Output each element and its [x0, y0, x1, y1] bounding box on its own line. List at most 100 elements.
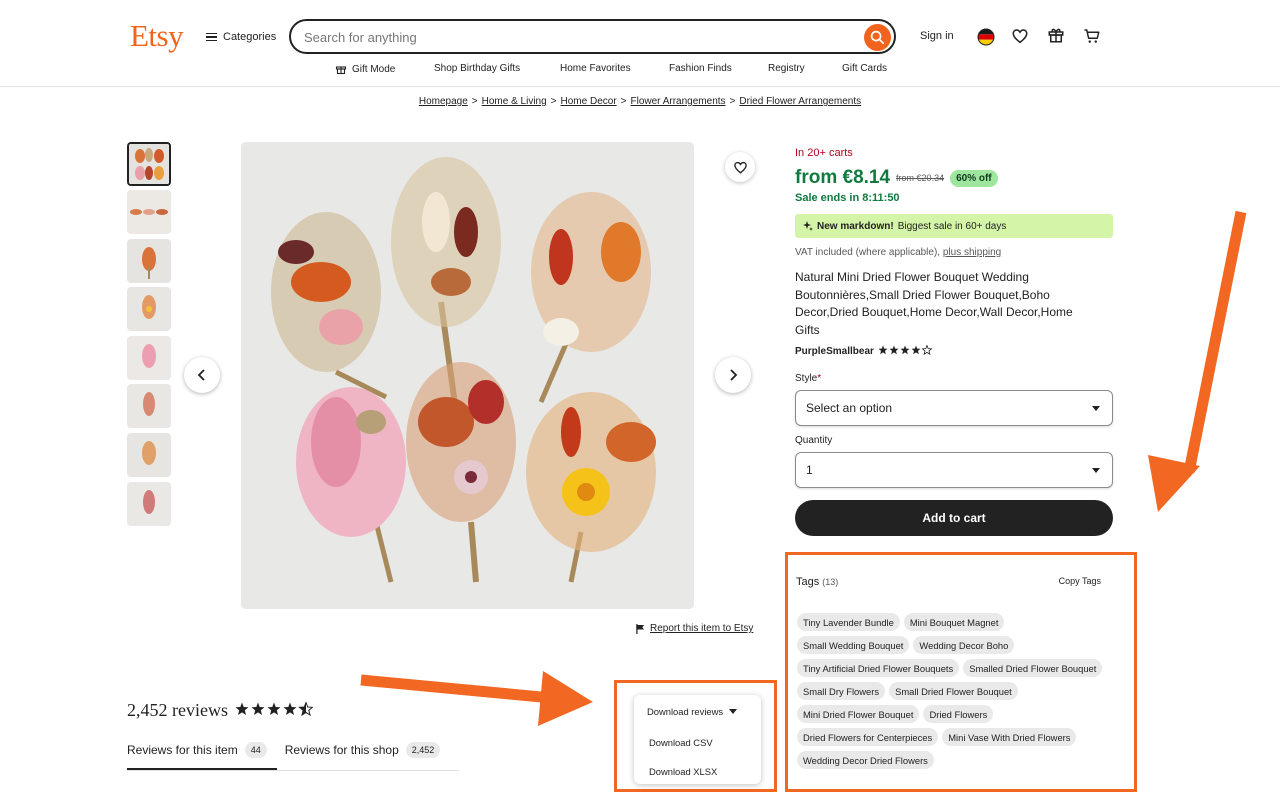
price: from €8.14: [795, 167, 891, 188]
arrow-to-tags-panel: [1148, 210, 1247, 512]
tags-count: (13): [822, 577, 839, 587]
menu-icon: [206, 32, 217, 42]
tag-chip[interactable]: Wedding Decor Boho: [913, 636, 1015, 654]
search-input[interactable]: [304, 28, 844, 46]
shipping-link[interactable]: plus shipping: [943, 247, 1001, 258]
report-item-link[interactable]: Report this item to Etsy: [636, 623, 753, 634]
thumbnail[interactable]: [127, 287, 171, 331]
breadcrumb-separator: >: [620, 96, 627, 107]
tag-chip[interactable]: Small Dried Flower Bouquet: [889, 682, 1018, 700]
style-select[interactable]: Select an option: [795, 390, 1113, 426]
tag-chip[interactable]: Wedding Decor Dried Flowers: [797, 751, 934, 769]
tag-chip[interactable]: Smalled Dried Flower Bouquet: [963, 659, 1103, 677]
search-bar: [289, 19, 896, 54]
download-xlsx-option[interactable]: Download XLSX: [649, 766, 717, 777]
subnav-fashion-finds[interactable]: Fashion Finds: [669, 63, 732, 74]
sign-in-link[interactable]: Sign in: [920, 30, 954, 42]
download-reviews-label: Download reviews: [647, 706, 724, 717]
copy-tags-button[interactable]: Copy Tags: [1059, 576, 1101, 586]
tag-chip[interactable]: Small Wedding Bouquet: [797, 636, 910, 654]
tag-list: Tiny Lavender Bundle Mini Bouquet Magnet…: [797, 613, 1115, 769]
tag-chip[interactable]: Tiny Lavender Bundle: [797, 613, 900, 631]
sparkle-icon: [803, 221, 813, 231]
tag-chip[interactable]: Dried Flowers: [923, 705, 994, 723]
tab-shop-count: 2,452: [405, 742, 441, 758]
breadcrumb-separator: >: [471, 96, 478, 107]
download-reviews-button[interactable]: Download reviews: [647, 706, 738, 717]
header-divider: [0, 86, 1280, 87]
vat-notice: VAT included (where applicable), plus sh…: [795, 247, 1001, 258]
subnav-registry[interactable]: Registry: [768, 63, 805, 74]
arrow-to-download-menu: [360, 671, 593, 726]
tag-chip[interactable]: Mini Dried Flower Bouquet: [797, 705, 920, 723]
gift-icon[interactable]: [1045, 24, 1067, 46]
markdown-text: Biggest sale in 60+ days: [897, 220, 1007, 232]
etsy-logo[interactable]: Etsy: [130, 18, 184, 54]
product-image: [241, 142, 694, 609]
listing-title: Natural Mini Dried Flower Bouquet Weddin…: [795, 270, 1073, 338]
thumbnail[interactable]: [127, 384, 171, 428]
favorite-button[interactable]: [725, 152, 755, 182]
tab-item-label: Reviews for this item: [127, 743, 238, 757]
breadcrumb-homepage[interactable]: Homepage: [419, 96, 468, 107]
style-label: Style*: [795, 373, 822, 384]
cart-icon[interactable]: [1081, 25, 1103, 47]
tag-chip[interactable]: Mini Bouquet Magnet: [903, 613, 1005, 631]
germany-flag-icon[interactable]: [975, 26, 997, 48]
discount-badge: 60% off: [950, 169, 998, 187]
tab-shop-label: Reviews for this shop: [284, 743, 399, 757]
quantity-select[interactable]: 1: [795, 452, 1113, 488]
breadcrumb-separator: >: [550, 96, 557, 107]
markdown-banner: New markdown! Biggest sale in 60+ days: [795, 214, 1113, 238]
search-icon: [870, 30, 885, 45]
thumbnail[interactable]: [127, 239, 171, 283]
heart-icon[interactable]: [1009, 25, 1031, 47]
shop-name[interactable]: PurpleSmallbear: [795, 346, 874, 357]
vat-text: VAT included (where applicable),: [795, 247, 941, 258]
tab-reviews-for-shop[interactable]: Reviews for this shop 2,452: [285, 742, 441, 758]
tab-reviews-for-item[interactable]: Reviews for this item 44: [127, 742, 267, 758]
in-carts-notice: In 20+ carts: [795, 147, 853, 159]
reviews-count: 2,452 reviews: [127, 700, 228, 720]
download-csv-option[interactable]: Download CSV: [649, 737, 713, 748]
add-to-cart-button[interactable]: Add to cart: [795, 500, 1113, 536]
tabs-divider: [127, 770, 459, 771]
subnav-home-favorites[interactable]: Home Favorites: [560, 63, 631, 74]
subnav-gift-cards[interactable]: Gift Cards: [842, 63, 887, 74]
reviews-summary: 2,452 reviews: [127, 700, 314, 721]
subnav-shop-birthday-gifts[interactable]: Shop Birthday Gifts: [434, 63, 520, 74]
thumbnail[interactable]: [127, 190, 171, 234]
reviews-rating-stars: [235, 700, 314, 721]
breadcrumb-home-decor[interactable]: Home Decor: [561, 96, 617, 107]
categories-label: Categories: [223, 31, 277, 43]
shop-rating-stars: [878, 344, 934, 358]
thumbnail[interactable]: [127, 433, 171, 477]
caret-down-icon: [1092, 467, 1100, 473]
breadcrumb-flower-arrangements[interactable]: Flower Arrangements: [631, 96, 726, 107]
thumbnail[interactable]: [127, 482, 171, 526]
report-item-label: Report this item to Etsy: [650, 623, 754, 634]
tag-chip[interactable]: Small Dry Flowers: [797, 682, 886, 700]
previous-image-button[interactable]: [184, 357, 220, 393]
gift-mode-link[interactable]: Gift Mode: [335, 63, 395, 75]
tag-chip[interactable]: Tiny Artificial Dried Flower Bouquets: [797, 659, 960, 677]
thumbnail[interactable]: [127, 142, 171, 186]
tags-header: Tags (13): [796, 576, 838, 588]
tag-chip[interactable]: Mini Vase With Dried Flowers: [942, 728, 1077, 746]
flag-icon: [636, 623, 645, 634]
shop-info: PurpleSmallbear: [795, 344, 934, 358]
caret-down-icon: [729, 709, 738, 714]
search-submit-button[interactable]: [864, 24, 891, 51]
breadcrumb-home-living[interactable]: Home & Living: [482, 96, 547, 107]
quantity-label: Quantity: [795, 435, 833, 446]
next-image-button[interactable]: [715, 357, 751, 393]
tab-item-count: 44: [244, 742, 267, 758]
tags-panel: Tags (13) Copy Tags Tiny Lavender Bundle …: [785, 552, 1137, 792]
breadcrumb-dried-flower-arrangements[interactable]: Dried Flower Arrangements: [739, 96, 861, 107]
categories-button[interactable]: Categories: [206, 28, 276, 46]
tag-chip[interactable]: Dried Flowers for Centerpieces: [797, 728, 939, 746]
tags-title: Tags: [796, 576, 820, 588]
chevron-right-icon: [730, 369, 738, 381]
heart-icon: [733, 161, 747, 174]
thumbnail[interactable]: [127, 336, 171, 380]
